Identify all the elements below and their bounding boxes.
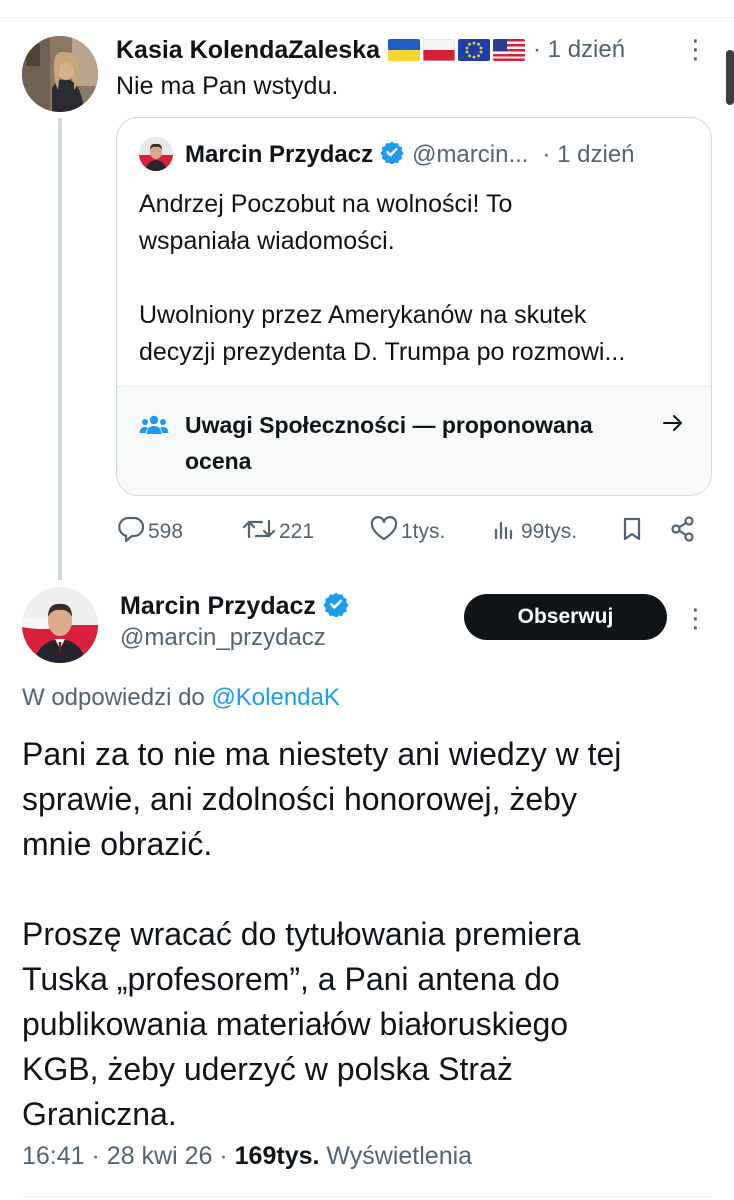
community-notes-label: Uwagi Społeczności — proponowana ocena (185, 412, 593, 474)
avatar[interactable] (22, 36, 98, 112)
views-bars-icon (491, 515, 521, 549)
share-button[interactable] (669, 512, 699, 552)
avatar (139, 137, 173, 171)
flag-poland-icon (423, 39, 456, 61)
author-name-row: Marcin Przydacz (120, 589, 349, 623)
reply-to-mention[interactable]: @KolendaK (211, 684, 339, 711)
avatar[interactable] (22, 587, 98, 663)
like-count: 1tys. (401, 520, 446, 543)
community-notes-banner[interactable]: Uwagi Społeczności — proponowana ocena (117, 386, 711, 495)
text-line: sprawie, ani zdolności honorowej, żeby (22, 781, 577, 817)
text-line: KGB, żeby uderzyć w polska Straż (22, 1051, 513, 1087)
author-name: Marcin Przydacz (185, 141, 374, 168)
quoted-tweet-text: Andrzej Poczobut na wolności! To wspania… (139, 186, 699, 371)
follow-button[interactable]: Obserwuj (464, 594, 667, 640)
quoted-tweet-card[interactable]: Marcin Przydacz @marcin... · 1 dzień And… (116, 117, 712, 496)
tweet-header: Kasia KolendaZaleska · 1 dzień (116, 33, 625, 67)
text-line: wspaniała wiadomości. (139, 227, 395, 255)
separator-dot: · (91, 1142, 107, 1170)
views-label: Wyświetlenia (326, 1142, 473, 1170)
views-count: 99tys. (521, 520, 578, 543)
text-line: Pani za to nie ma niestety ani wiedzy w … (22, 736, 622, 772)
flag-usa-icon (493, 39, 526, 61)
more-options-icon[interactable]: ⋮ (680, 603, 710, 633)
bottom-divider (22, 1196, 712, 1197)
tweet-time[interactable]: · 1 dzień (533, 36, 625, 64)
tweet-meta: 16:41 · 28 kwi 26 · 169tys. Wyświetlenia (22, 1142, 472, 1171)
text-line: Proszę wracać do tytułowania premiera (22, 916, 581, 952)
quoted-tweet-header: Marcin Przydacz @marcin... · 1 dzień (185, 138, 635, 172)
text-line: publikowania materiałów białoruskiego (22, 1006, 569, 1042)
verified-badge-icon (323, 591, 349, 622)
flag-eu-icon (458, 39, 491, 61)
tweet-action-bar: 598 221 1tys. 99tys. (116, 512, 712, 552)
arrow-right-icon (661, 411, 685, 435)
tweet-time[interactable]: 16:41 (22, 1142, 85, 1170)
more-options-icon[interactable]: ⋮ (680, 34, 710, 64)
tweet-date[interactable]: 28 kwi 26 (107, 1142, 213, 1170)
text-line: Graniczna. (22, 1096, 177, 1132)
text-line: Uwolniony przez Amerykanów na skutek (139, 301, 587, 329)
views-button[interactable]: 99tys. (491, 512, 577, 552)
reply-count: 598 (148, 520, 184, 543)
author-handle[interactable]: @marcin_przydacz (120, 624, 326, 652)
repost-button[interactable]: 221 (241, 512, 314, 552)
flag-ukraine-icon (388, 39, 421, 61)
tweet-time: · 1 dzień (542, 141, 635, 168)
text-line: decyzji prezydenta D. Trumpa po rozmowi.… (139, 338, 626, 366)
tweet-text: Nie ma Pan wstydu. (116, 72, 339, 100)
author-name[interactable]: Kasia KolendaZaleska (116, 36, 380, 65)
flag-emojis (388, 39, 526, 61)
reply-icon (116, 515, 148, 549)
tweet-text: Pani za to nie ma niestety ani wiedzy w … (22, 732, 712, 1137)
separator-dot: · (219, 1142, 235, 1170)
text-line: Andrzej Poczobut na wolności! To (139, 190, 513, 218)
bookmark-button[interactable] (618, 512, 648, 552)
repost-icon (241, 515, 279, 549)
people-icon (139, 413, 169, 437)
author-handle: @marcin... (412, 141, 529, 168)
verified-badge-icon (380, 140, 404, 171)
reply-to-prefix: W odpowiedzi do (22, 684, 205, 711)
reply-button[interactable]: 598 (116, 512, 183, 552)
top-divider (0, 17, 734, 18)
share-icon (669, 515, 699, 549)
thread-line (58, 118, 62, 580)
like-button[interactable]: 1tys. (369, 512, 445, 552)
text-line: Tuska „profesorem”, a Pani antena do (22, 961, 560, 997)
author-name[interactable]: Marcin Przydacz (120, 592, 316, 621)
bookmark-icon (618, 515, 648, 549)
views-count: 169tys. (234, 1142, 320, 1170)
heart-icon (369, 515, 401, 549)
text-line: mnie obrazić. (22, 826, 213, 862)
reply-context: W odpowiedzi do @KolendaK (22, 684, 340, 712)
scrollbar-thumb[interactable] (726, 50, 734, 105)
repost-count: 221 (279, 520, 315, 543)
